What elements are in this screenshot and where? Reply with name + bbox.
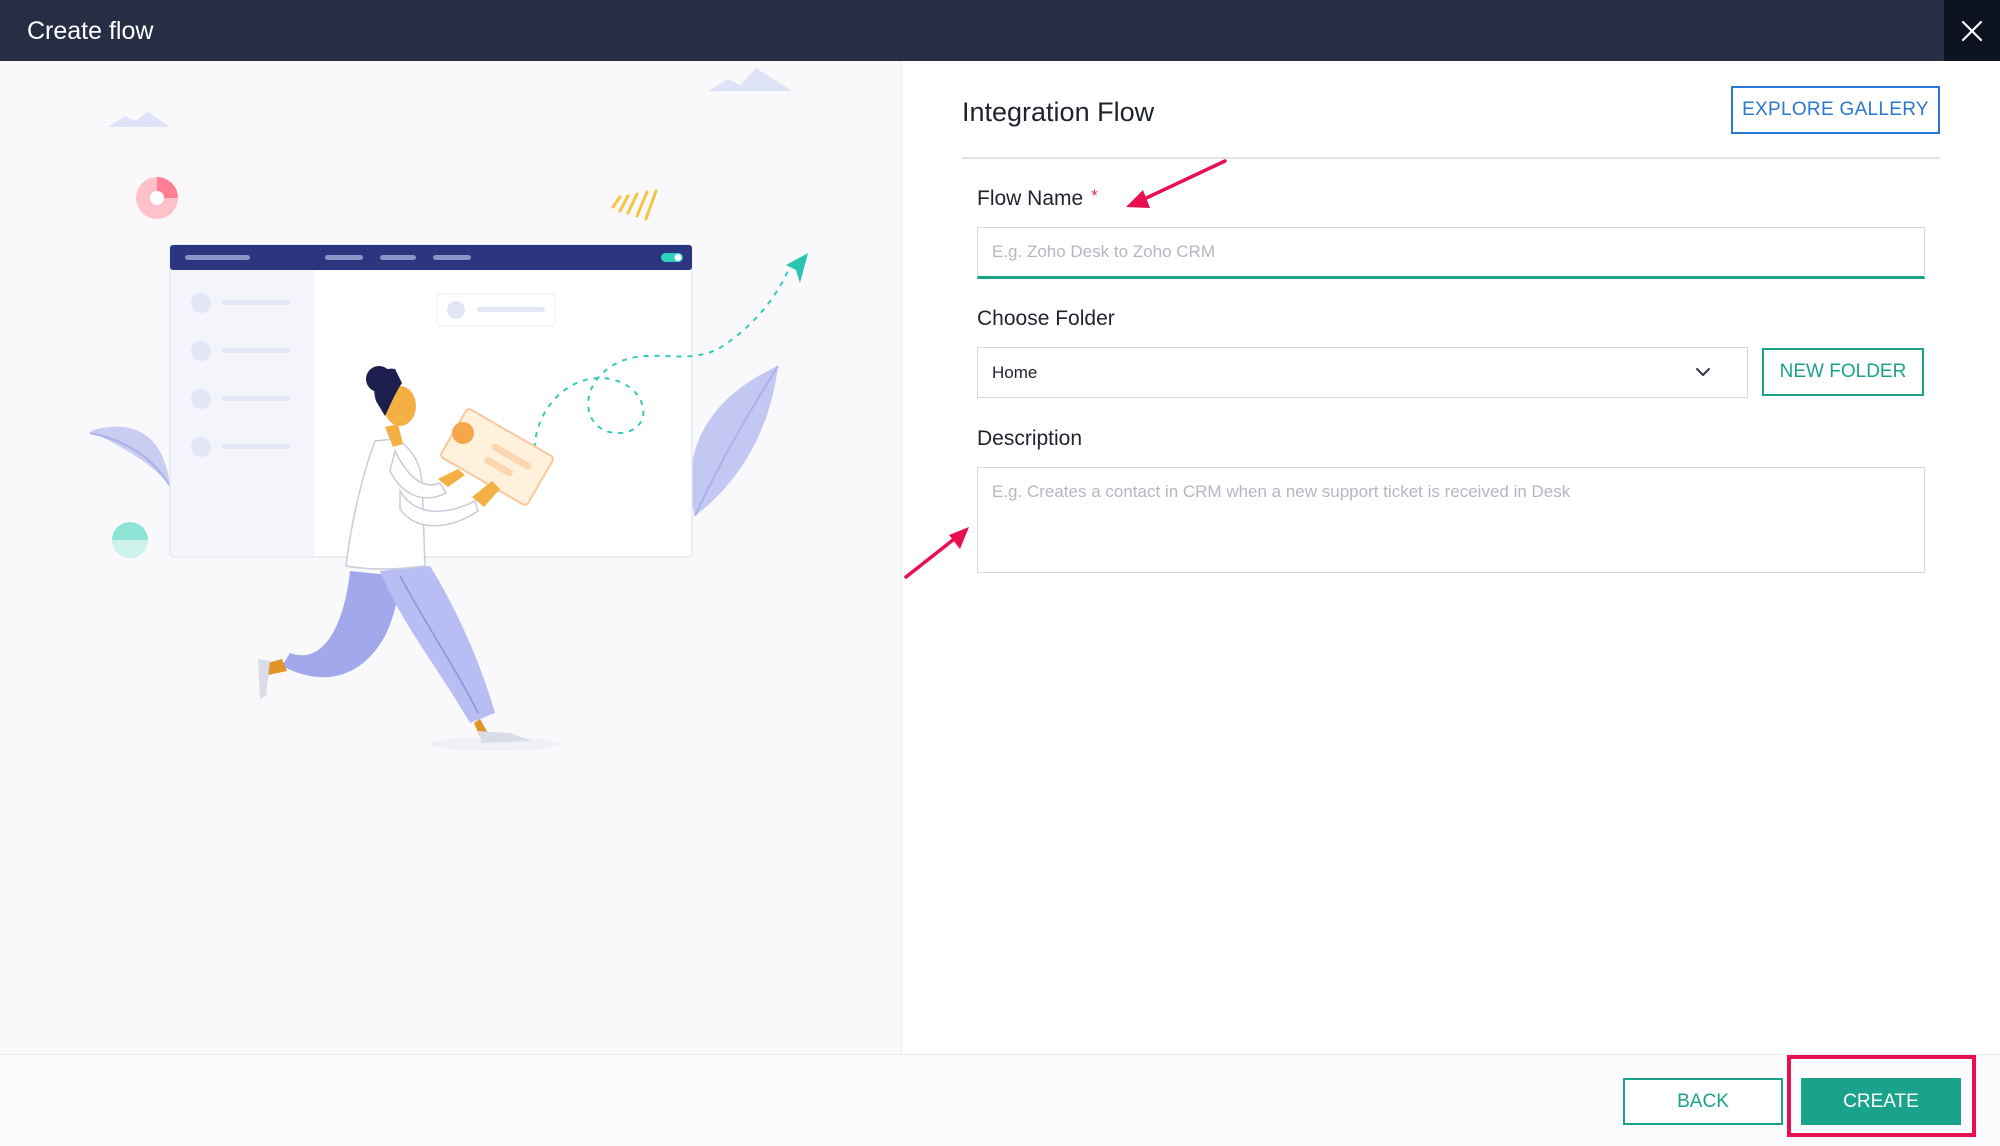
create-button[interactable]: CREATE: [1801, 1078, 1961, 1125]
close-icon: [1961, 20, 1983, 41]
back-button[interactable]: BACK: [1623, 1078, 1783, 1125]
form-panel: Integration Flow EXPLORE GALLERY Flow Na…: [902, 61, 2000, 1054]
section-title: Integration Flow: [962, 97, 1155, 127]
description-textarea[interactable]: [977, 467, 1925, 573]
description-label: Description: [977, 427, 1083, 450]
flow-name-input[interactable]: [977, 227, 1925, 279]
footer-bar: BACK CREATE: [0, 1054, 2000, 1146]
flow-name-label: Flow Name *: [977, 186, 1098, 211]
new-folder-button[interactable]: NEW FOLDER: [1762, 348, 1924, 396]
page-title: Create flow: [27, 17, 154, 45]
choose-folder-label: Choose Folder: [977, 307, 1115, 330]
folder-select[interactable]: Home: [977, 347, 1748, 398]
flow-name-label-text: Flow Name: [977, 187, 1084, 210]
person-workflow-illustration: [89, 68, 808, 751]
header-bar: Create flow: [0, 0, 2000, 61]
close-button[interactable]: [1944, 0, 2000, 61]
explore-gallery-button[interactable]: EXPLORE GALLERY: [1731, 86, 1940, 134]
title-divider: [962, 157, 1940, 159]
required-marker: *: [1091, 186, 1098, 205]
illustration-panel: [0, 61, 902, 1054]
folder-select-value: Home: [992, 362, 1038, 382]
chevron-down-icon: [1696, 368, 1710, 376]
